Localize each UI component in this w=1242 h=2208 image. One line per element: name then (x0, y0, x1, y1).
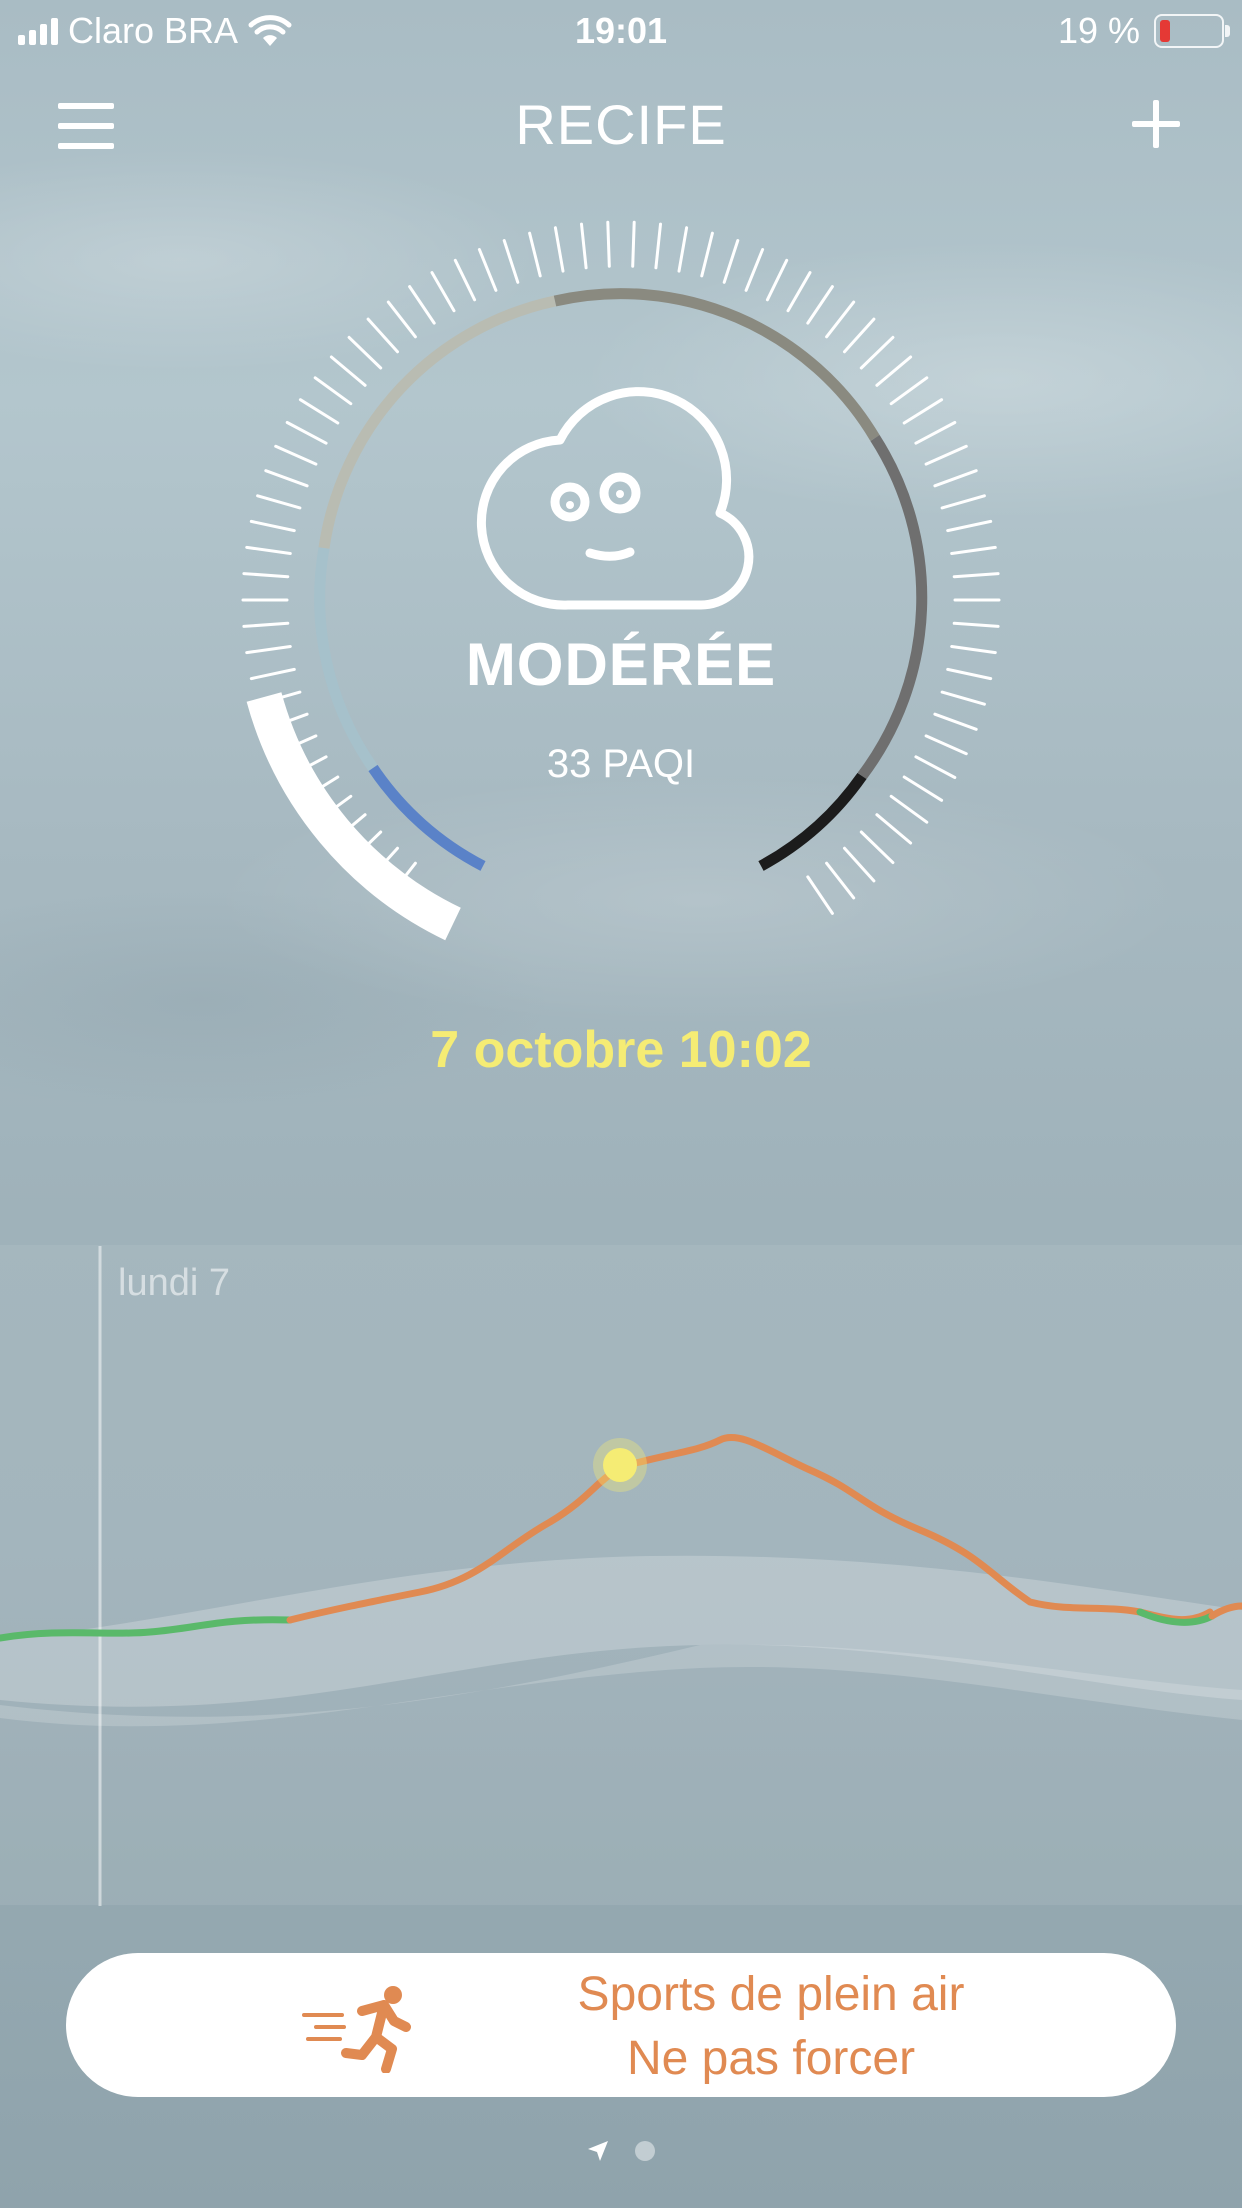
gauge-tick (875, 813, 913, 845)
gauge-tick (274, 444, 318, 466)
gauge-tick (933, 712, 978, 731)
gauge-ticks (241, 220, 1001, 915)
gauge-tick (242, 572, 290, 579)
gauge-tick (366, 317, 399, 354)
gauge-tick (408, 285, 436, 325)
page-dot[interactable] (635, 2141, 655, 2161)
gauge-tick (256, 494, 302, 510)
gauge-tick (329, 355, 367, 387)
gauge-tick (843, 846, 876, 883)
gauge-tick (386, 300, 417, 339)
gauge-tick (580, 222, 588, 270)
gauge-tick (825, 861, 856, 900)
gauge-tick (786, 271, 812, 313)
gauge-tick (264, 469, 309, 488)
gauge-tick (859, 335, 895, 370)
gauge-tick (606, 220, 611, 268)
air-quality-gauge (241, 220, 1001, 941)
gauge-tick (502, 239, 520, 284)
gauge-tick (430, 271, 456, 313)
gauge-tick (477, 248, 498, 292)
gauge-tick (285, 421, 328, 445)
gauge-tick (313, 376, 353, 406)
page-indicator (0, 2140, 1242, 2162)
cloud-face-icon (476, 387, 754, 610)
reading-datetime: 7 octobre 10:02 (430, 1021, 812, 1079)
advice-card[interactable]: Sports de plein air Ne pas forcer (66, 1953, 1176, 2097)
gauge-tick (806, 875, 834, 915)
gauge-tick (859, 830, 895, 865)
location-arrow-icon[interactable] (587, 2140, 609, 2162)
gauge-tick (924, 444, 968, 466)
advice-line-1: Sports de plein air (577, 1968, 965, 2021)
gauge-tick (806, 285, 834, 325)
gauge-arc-dark-gray (857, 435, 928, 780)
gauge-tick (744, 248, 765, 292)
air-quality-level: MODÉRÉE (465, 631, 777, 698)
gauge-tick (902, 398, 944, 425)
gauge-tick (654, 222, 662, 270)
gauge-tick (249, 519, 296, 533)
gauge-tick (553, 226, 565, 273)
day-label: lundi 7 (118, 1262, 230, 1304)
gauge-level-band (246, 692, 461, 941)
gauge-tick (946, 519, 993, 533)
gauge-tick (700, 231, 714, 278)
advice-line-2: Ne pas forcer (626, 2032, 916, 2085)
gauge-tick (940, 494, 986, 510)
gauge-tick (298, 398, 340, 425)
gauge-tick (631, 220, 636, 268)
gauge-tick (914, 421, 957, 445)
gauge-tick (952, 621, 1000, 628)
forecast-chart-area[interactable] (0, 1245, 1242, 1905)
gauge-tick (843, 317, 876, 354)
gauge-tick (453, 258, 477, 302)
gauge-tick (347, 335, 383, 370)
gauge-tick (765, 258, 789, 302)
gauge-tick (722, 239, 740, 284)
gauge-tick (245, 545, 292, 555)
gauge-tick (825, 300, 856, 339)
gauge-tick (875, 355, 913, 387)
gauge-arc-light-gray (318, 295, 557, 549)
gauge-tick (889, 794, 929, 824)
gauge-arc-gray (553, 288, 880, 441)
gauge-tick (242, 621, 290, 628)
paqi-value: 33 PAQI (546, 742, 696, 786)
gauge-tick (677, 226, 689, 273)
gauge-tick (952, 572, 1000, 579)
gauge-tick (889, 376, 929, 406)
gauge-tick (933, 469, 978, 488)
gauge-tick (528, 231, 542, 278)
gauge-tick (950, 545, 997, 555)
